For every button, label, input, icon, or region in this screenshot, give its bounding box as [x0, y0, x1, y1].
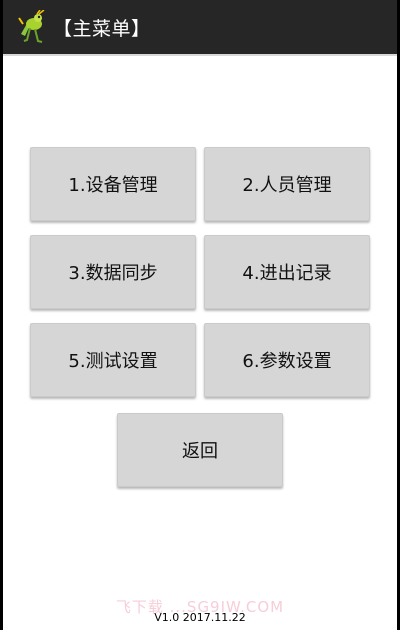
personnel-management-button[interactable]: 2.人员管理: [204, 147, 370, 221]
device-management-button[interactable]: 1.设备管理: [30, 147, 196, 221]
back-button[interactable]: 返回: [117, 413, 283, 487]
page-title: 【主菜单】: [53, 17, 151, 40]
header-divider: [3, 54, 397, 56]
grasshopper-icon: [18, 10, 45, 43]
access-records-button[interactable]: 4.进出记录: [204, 235, 370, 309]
title-bar: 【主菜单】: [3, 0, 397, 54]
app-window: 【主菜单】 1.设备管理 2.人员管理 3.数据同步 4.进出记录 5.测试设置…: [3, 0, 397, 630]
data-sync-button[interactable]: 3.数据同步: [30, 235, 196, 309]
parameter-settings-button[interactable]: 6.参数设置: [204, 323, 370, 397]
test-settings-button[interactable]: 5.测试设置: [30, 323, 196, 397]
version-label: V1.0 2017.11.22: [154, 611, 246, 624]
